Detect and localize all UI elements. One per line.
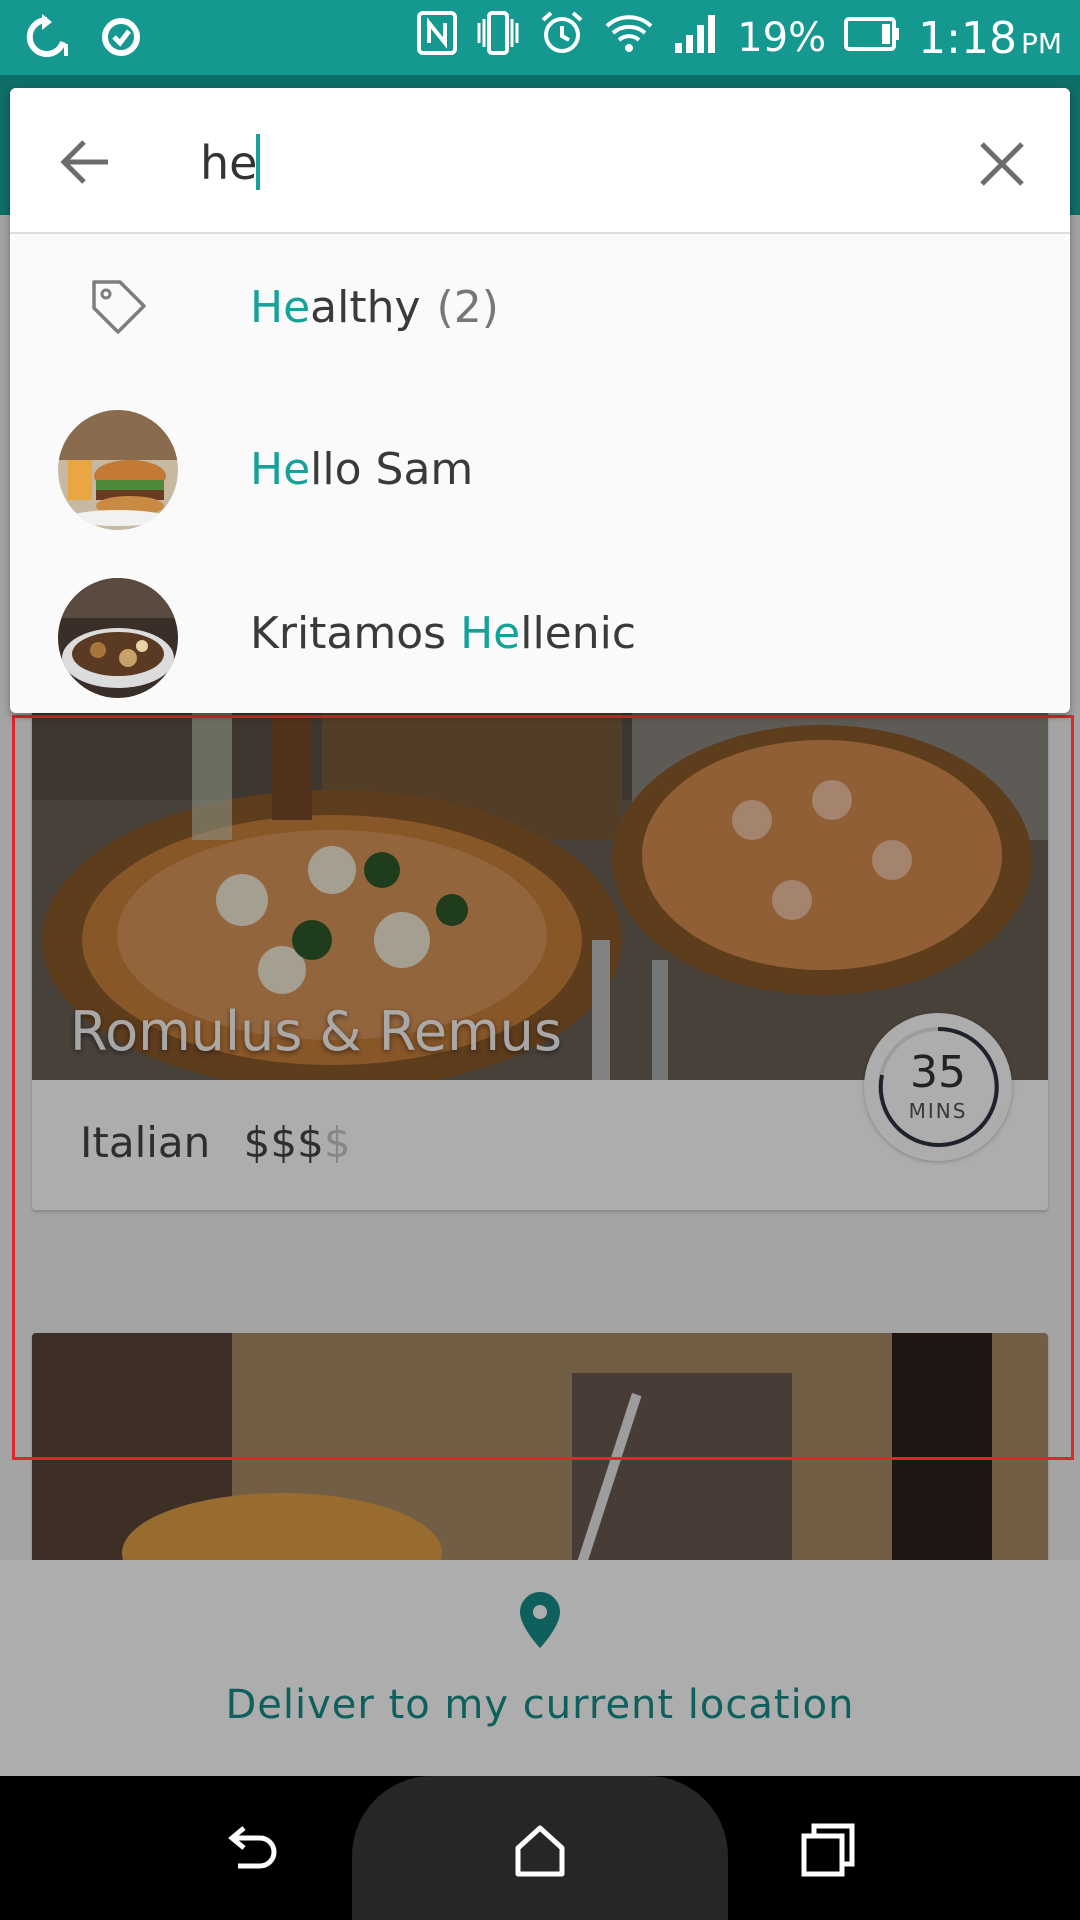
suggestion-label: Hello Sam bbox=[250, 444, 474, 495]
nav-back-button[interactable] bbox=[222, 1820, 282, 1880]
restaurant-avatar bbox=[58, 410, 178, 530]
signal-icon bbox=[673, 11, 719, 65]
alarm-icon bbox=[539, 10, 585, 66]
sync-icon bbox=[22, 14, 72, 64]
sync-alert-icon bbox=[98, 14, 144, 64]
back-button[interactable] bbox=[56, 132, 116, 192]
home-icon bbox=[515, 1825, 565, 1877]
battery-icon bbox=[844, 15, 900, 61]
status-bar: 19% 1:18 PM bbox=[0, 0, 1080, 75]
suggestion-tag-healthy[interactable]: Healthy (2) bbox=[10, 236, 1070, 386]
battery-percent: 19% bbox=[737, 15, 827, 61]
recents-icon bbox=[801, 1823, 855, 1877]
highlight-box bbox=[12, 715, 1074, 1460]
wifi-icon bbox=[603, 10, 655, 66]
clock: 1:18 PM bbox=[918, 12, 1062, 64]
text-cursor bbox=[256, 134, 260, 190]
nav-home-button[interactable] bbox=[510, 1820, 570, 1880]
arrow-left-icon bbox=[60, 140, 108, 184]
tag-icon bbox=[90, 278, 148, 340]
search-bar bbox=[10, 88, 1070, 234]
search-input[interactable] bbox=[200, 128, 900, 198]
nav-recents-button[interactable] bbox=[798, 1820, 858, 1880]
restaurant-avatar bbox=[58, 578, 178, 698]
close-icon bbox=[980, 142, 1024, 186]
vibrate-icon bbox=[475, 11, 521, 65]
nfc-icon bbox=[417, 11, 458, 65]
suggestion-label: Healthy (2) bbox=[250, 282, 499, 333]
suggestion-restaurant-hello-sam[interactable]: Hello Sam bbox=[10, 388, 1070, 556]
suggestion-restaurant-kritamos-hellenic[interactable]: Kritamos Hellenic bbox=[10, 556, 1070, 713]
clear-search-button[interactable] bbox=[976, 138, 1028, 190]
suggestion-count: (2) bbox=[436, 282, 499, 333]
search-panel: Healthy(2) Hello Sam bbox=[10, 88, 1070, 713]
system-nav-bar bbox=[0, 1776, 1080, 1920]
suggestion-label: Kritamos Hellenic bbox=[250, 608, 637, 659]
nav-back-icon bbox=[228, 1826, 277, 1869]
